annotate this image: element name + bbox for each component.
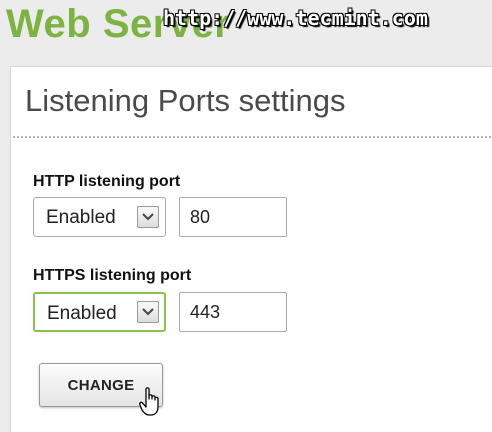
panel-title: Listening Ports settings <box>25 83 346 118</box>
https-status-select[interactable]: Enabled <box>33 292 166 332</box>
https-port-label: HTTPS listening port <box>33 267 192 284</box>
chevron-down-icon[interactable] <box>137 206 159 228</box>
panel-divider <box>13 136 491 138</box>
https-status-value: Enabled <box>47 303 117 324</box>
http-status-select[interactable]: Enabled <box>33 197 166 237</box>
http-port-label: HTTP listening port <box>33 173 181 190</box>
watermark-url: http://www.tecmint.com <box>163 6 428 30</box>
https-port-input[interactable]: 443 <box>179 292 287 332</box>
chevron-down-icon[interactable] <box>137 301 159 323</box>
http-status-value: Enabled <box>46 207 116 228</box>
hand-pointer-icon <box>139 387 159 416</box>
http-port-input[interactable]: 80 <box>179 197 287 237</box>
settings-panel: Listening Ports settings HTTP listening … <box>10 66 492 432</box>
